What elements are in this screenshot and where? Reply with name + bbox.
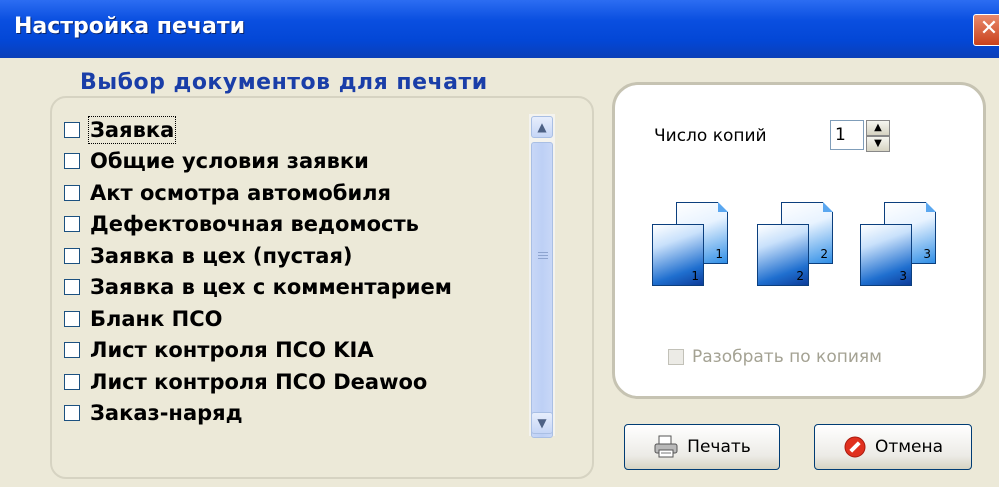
documents-group-title: Выбор документов для печати bbox=[72, 70, 496, 95]
grip-icon bbox=[538, 249, 548, 250]
list-item[interactable]: Заявка в цех с комментарием bbox=[62, 272, 556, 304]
document-label: Лист контроля ПСО KIA bbox=[90, 338, 374, 363]
document-checkbox[interactable] bbox=[64, 247, 80, 264]
document-checkbox[interactable] bbox=[64, 279, 80, 296]
document-checkbox[interactable] bbox=[64, 342, 80, 359]
collate-option: Разобрать по копиям bbox=[666, 347, 882, 367]
document-checkbox[interactable] bbox=[64, 405, 80, 422]
document-checkbox[interactable] bbox=[64, 216, 80, 233]
documents-scrollbar[interactable]: ▲ ▼ bbox=[529, 114, 555, 438]
copies-label: Число копий bbox=[654, 126, 767, 146]
collate-preview-copy-1: 1 1 bbox=[652, 198, 732, 294]
page-icon: 3 bbox=[860, 224, 912, 286]
chevron-down-icon: ▼ bbox=[537, 416, 547, 430]
collate-preview-copy-2: 2 2 bbox=[757, 198, 837, 294]
close-icon: ✕ bbox=[979, 16, 999, 41]
collate-checkbox bbox=[668, 349, 684, 365]
page-number: 3 bbox=[899, 269, 907, 283]
scroll-thumb[interactable] bbox=[531, 142, 553, 438]
print-button-label: Печать bbox=[687, 437, 751, 457]
list-item[interactable]: Лист контроля ПСО Deawoo bbox=[62, 366, 556, 398]
document-label: Заявка bbox=[87, 115, 177, 144]
title-bar[interactable]: Настройка печати ✕ bbox=[0, 0, 999, 58]
copies-increment-button[interactable]: ▲ bbox=[866, 120, 890, 136]
triangle-down-icon: ▼ bbox=[874, 138, 882, 149]
printer-icon bbox=[653, 435, 679, 459]
triangle-up-icon: ▲ bbox=[874, 122, 882, 133]
list-item[interactable]: Заявка в цех (пустая) bbox=[62, 240, 556, 272]
list-item[interactable]: Общие условия заявки bbox=[62, 146, 556, 178]
page-number: 1 bbox=[715, 247, 723, 261]
document-label: Общие условия заявки bbox=[90, 149, 369, 174]
document-label: Заявка в цех (пустая) bbox=[90, 243, 353, 268]
cancel-button-label: Отмена bbox=[874, 437, 944, 457]
document-checkbox[interactable] bbox=[64, 153, 80, 170]
list-item[interactable]: Лист контроля ПСО KIA bbox=[62, 335, 556, 367]
cancel-icon bbox=[843, 435, 867, 459]
document-label: Акт осмотра автомобиля bbox=[90, 180, 392, 205]
document-label: Бланк ПСО bbox=[90, 306, 223, 331]
cancel-button[interactable]: Отмена bbox=[814, 424, 972, 470]
document-label: Заявка в цех с комментарием bbox=[90, 275, 452, 300]
list-item[interactable]: Бланк ПСО bbox=[62, 303, 556, 335]
collate-label: Разобрать по копиям bbox=[692, 347, 882, 367]
document-checkbox[interactable] bbox=[64, 373, 80, 390]
scroll-up-button[interactable]: ▲ bbox=[531, 116, 553, 138]
collate-preview-copy-3: 3 3 bbox=[860, 198, 940, 294]
print-button[interactable]: Печать bbox=[624, 424, 780, 470]
close-button[interactable]: ✕ bbox=[973, 14, 999, 46]
scroll-down-button[interactable]: ▼ bbox=[531, 412, 553, 434]
document-label: Дефектовочная ведомость bbox=[90, 212, 419, 237]
copies-input[interactable]: 1 bbox=[830, 120, 864, 150]
page-icon: 1 bbox=[652, 224, 704, 286]
list-item[interactable]: Дефектовочная ведомость bbox=[62, 209, 556, 241]
list-item[interactable]: Заявка bbox=[62, 114, 556, 146]
dialog-title: Настройка печати bbox=[14, 14, 245, 39]
list-item[interactable]: Заказ-наряд bbox=[62, 398, 556, 430]
document-label: Заказ-наряд bbox=[90, 401, 243, 426]
chevron-up-icon: ▲ bbox=[537, 120, 547, 134]
documents-list[interactable]: Заявка Общие условия заявки Акт осмотра … bbox=[62, 114, 556, 436]
document-label: Лист контроля ПСО Deawoo bbox=[90, 369, 428, 394]
document-checkbox[interactable] bbox=[64, 310, 80, 327]
print-settings-dialog: Настройка печати ✕ Выбор документов для … bbox=[0, 0, 999, 487]
page-number: 1 bbox=[691, 269, 699, 283]
document-checkbox[interactable] bbox=[64, 184, 80, 201]
page-icon: 2 bbox=[757, 224, 809, 286]
list-item[interactable]: Акт осмотра автомобиля bbox=[62, 177, 556, 209]
page-number: 2 bbox=[820, 247, 828, 261]
document-checkbox[interactable] bbox=[64, 121, 80, 138]
copies-decrement-button[interactable]: ▼ bbox=[866, 136, 890, 152]
page-number: 2 bbox=[796, 269, 804, 283]
page-number: 3 bbox=[923, 247, 931, 261]
